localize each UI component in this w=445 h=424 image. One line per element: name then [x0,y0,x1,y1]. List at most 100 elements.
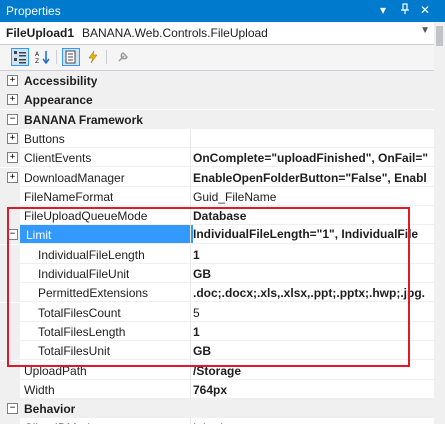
properties-title-bar: Properties ▾ ✕ [0,0,445,22]
column-divider [190,264,191,283]
chevron-down-icon[interactable]: ▼ [420,25,430,36]
property-row[interactable]: UploadPath/Storage [0,361,434,380]
property-value[interactable]: OnComplete="uploadFinished", OnFail=" [193,151,434,165]
row-gutter [0,303,20,322]
svg-text:Z: Z [35,58,39,64]
property-row[interactable]: IndividualFileLength 1 [0,245,434,264]
expand-icon[interactable]: + [7,75,18,86]
pin-icon[interactable] [400,3,410,18]
property-value[interactable]: GB [193,267,434,281]
toolbar-separator [106,50,107,64]
row-divider [20,166,434,167]
property-name: Width [24,383,55,397]
column-divider [190,361,191,380]
scrollbar-thumb[interactable] [436,26,443,46]
events-icon[interactable] [84,48,102,66]
properties-toolbar: AZ [0,45,434,71]
column-divider [190,225,191,244]
column-divider [190,322,191,341]
column-divider [190,148,191,167]
property-name: Accessibility [24,74,98,88]
column-divider [190,168,191,187]
property-row[interactable]: FileNameFormat Guid_FileName [0,187,434,206]
column-divider [190,245,191,264]
expand-icon[interactable]: + [7,152,18,163]
property-row[interactable]: TotalFilesUnit GB [0,341,434,360]
property-row[interactable]: + Buttons [0,129,434,148]
category-row[interactable]: + Appearance [0,90,434,109]
property-name: IndividualFileLength [38,248,145,262]
property-value[interactable]: 764px [193,383,434,397]
row-gutter [0,245,20,264]
property-row[interactable]: − Limit IndividualFileLength="1", Individu… [0,225,434,244]
property-row[interactable]: FileUploadQueueMode Database [0,206,434,225]
row-gutter [0,322,20,341]
property-name: DownloadManager [24,171,125,185]
column-divider [190,380,191,399]
properties-icon[interactable] [62,48,80,66]
category-row[interactable]: − Behavior [0,399,434,418]
property-row[interactable]: PermittedExtensions .doc;.docx;.xls,.xlsx… [0,283,434,302]
row-gutter [0,206,20,225]
object-name: FileUpload1 [6,26,75,40]
property-name: PermittedExtensions [38,286,149,300]
toolbar-separator [56,50,57,64]
collapse-icon[interactable]: − [7,403,18,414]
row-divider [20,359,434,360]
property-value[interactable]: .doc;.docx;.xls,.xlsx,.ppt;.pptx;.hwp;.j… [193,286,434,300]
property-row[interactable]: ClientIDModeInherit [0,418,434,424]
property-value[interactable]: 1 [193,325,434,339]
row-gutter [0,283,20,302]
expand-icon[interactable]: + [7,94,18,105]
category-row[interactable]: − BANANA Framework [0,110,434,129]
property-row[interactable]: TotalFilesLength 1 [0,322,434,341]
property-value[interactable]: EnableOpenFolderButton="False", Enabl [193,171,434,185]
property-value[interactable]: GB [193,344,434,358]
categorized-icon[interactable] [11,48,29,66]
row-gutter [0,264,20,283]
column-divider [190,341,191,360]
column-divider [190,303,191,322]
object-type: BANANA.Web.Controls.FileUpload [82,26,268,40]
property-row[interactable]: + DownloadManager EnableOpenFolderButton="… [0,168,434,187]
property-grid: + Accessibility + Appearance − BANANA Framewo… [0,71,434,424]
column-divider [190,187,191,206]
svg-text:A: A [35,51,40,58]
close-icon[interactable]: ✕ [420,3,430,17]
collapse-icon[interactable]: − [7,229,18,240]
property-name: Limit [26,228,52,242]
alphabetical-icon[interactable]: AZ [34,48,52,66]
chevron-down-icon[interactable]: ▾ [380,3,386,17]
property-name: FileNameFormat [24,190,114,204]
property-value[interactable]: IndividualFileLength="1", IndividualFile [193,225,434,244]
property-value[interactable]: 5 [193,306,434,320]
row-gutter [0,187,20,206]
row-gutter [0,418,20,424]
collapse-icon[interactable]: − [7,114,18,125]
property-pages-icon[interactable] [114,48,132,66]
property-name: BANANA Framework [24,113,143,127]
category-row[interactable]: + Accessibility [0,71,434,90]
property-row[interactable]: + ClientEvents OnComplete="uploadFinished"… [0,148,434,167]
property-name: Buttons [24,132,65,146]
row-gutter [0,361,20,380]
row-gutter [0,341,20,360]
property-value[interactable]: 1 [193,248,434,262]
property-value[interactable]: Database [193,209,434,223]
property-name: Behavior [24,402,76,416]
expand-icon[interactable]: + [7,133,18,144]
property-value[interactable]: /Storage [193,364,434,378]
object-selector[interactable]: FileUpload1 BANANA.Web.Controls.FileUplo… [0,22,434,45]
column-divider [190,283,191,302]
property-name: TotalFilesUnit [38,344,111,358]
property-row[interactable]: Width 764px [0,380,434,399]
property-row[interactable]: TotalFilesCount 5 [0,303,434,322]
vertical-scrollbar[interactable] [434,22,445,424]
column-divider [190,129,191,148]
property-value[interactable]: Guid_FileName [193,190,434,204]
property-row[interactable]: IndividualFileUnit GB [0,264,434,283]
window-title: Properties [6,4,61,18]
expand-icon[interactable]: + [7,172,18,183]
column-divider [190,206,191,225]
property-name: IndividualFileUnit [38,267,130,281]
